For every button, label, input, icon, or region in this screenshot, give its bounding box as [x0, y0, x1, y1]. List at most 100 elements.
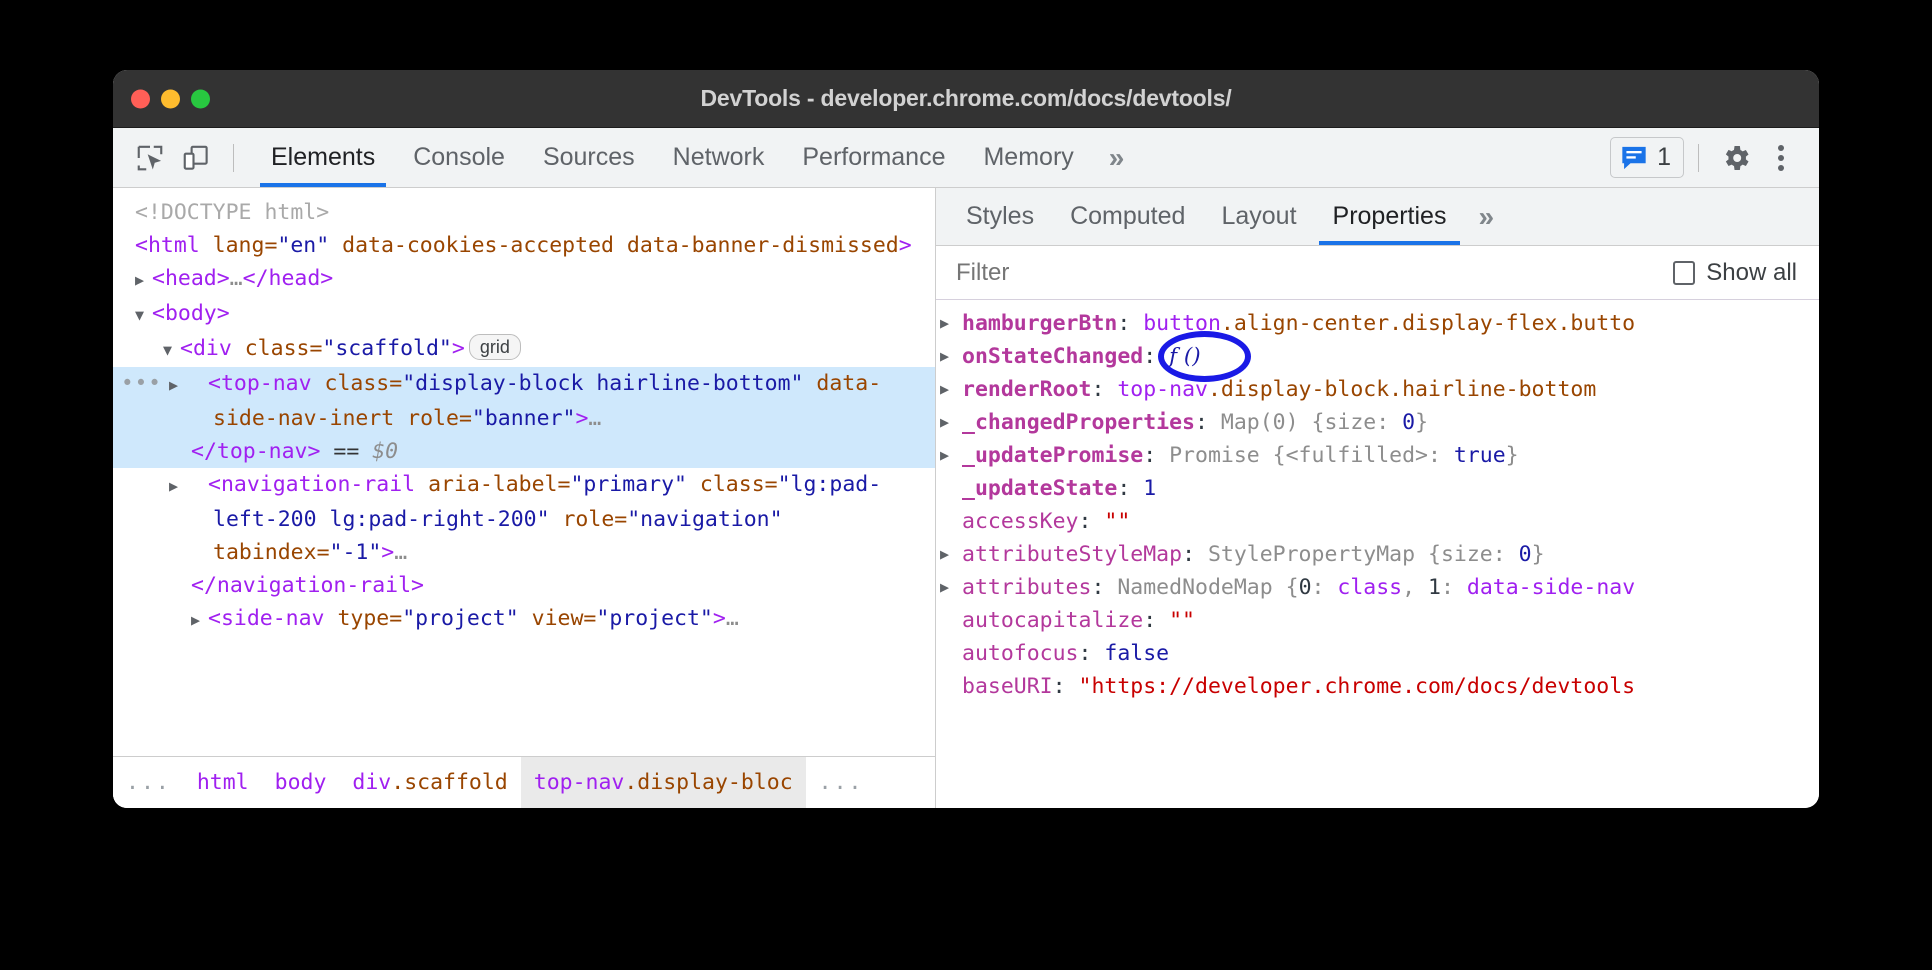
screenshot-stage: DevTools - developer.chrome.com/docs/dev… [0, 0, 1932, 970]
dom-token-tag: <div [180, 336, 245, 361]
property-row-changedProperties[interactable]: _changedProperties: Map(0) {size: 0} [936, 406, 1819, 439]
maximize-window-button[interactable] [191, 89, 210, 108]
dom-token-attr: aria-label [428, 472, 557, 497]
panel-tab-strip: Elements Console Sources Network Perform… [252, 128, 1140, 187]
inspect-element-icon[interactable] [127, 135, 173, 181]
dom-token-attr: data-cookies-accepted data-banner-dismis… [329, 233, 899, 258]
kebab-menu-icon[interactable] [1759, 136, 1803, 180]
property-value-number: 0 [1519, 542, 1532, 567]
dom-token-eq: = [309, 336, 322, 361]
property-row-updatePromise[interactable]: _updatePromise: Promise {<fulfilled>: tr… [936, 439, 1819, 472]
property-value-string: "" [1104, 509, 1130, 534]
dom-node-text: <!DOCTYPE html> [135, 200, 329, 225]
dom-token-eq: = [389, 606, 402, 631]
breadcrumb-overflow-left[interactable]: ... [113, 757, 184, 808]
dom-token-eq: = [317, 540, 330, 565]
dom-node-div-scaffold[interactable]: <div class="scaffold">grid [113, 332, 935, 367]
dom-token-tag: <html [135, 233, 213, 258]
dom-token-tag: <head> [152, 266, 230, 291]
properties-list[interactable]: hamburgerBtn: button.align-center.displa… [936, 300, 1819, 808]
device-toolbar-icon[interactable] [173, 135, 219, 181]
styles-sidebar: Styles Computed Layout Properties » Show… [936, 188, 1819, 808]
dom-node-head[interactable]: <head>…</head> [113, 262, 935, 297]
tab-styles[interactable]: Styles [948, 188, 1052, 245]
issues-counter-button[interactable]: 1 [1610, 137, 1684, 178]
tab-styles-label: Styles [966, 202, 1034, 231]
breadcrumb-item-html[interactable]: html [184, 757, 262, 808]
breadcrumb-class: .scaffold [391, 770, 508, 795]
dom-node-top-nav[interactable]: ••• <top-nav class="display-block hairli… [113, 367, 935, 468]
expand-triangle-icon[interactable] [191, 470, 208, 503]
dom-node-navigation-rail[interactable]: <navigation-rail aria-label="primary" cl… [113, 468, 935, 602]
tab-performance[interactable]: Performance [783, 128, 964, 187]
expand-triangle-icon[interactable] [940, 439, 962, 472]
show-all-checkbox[interactable] [1673, 261, 1695, 285]
tab-memory[interactable]: Memory [964, 128, 1092, 187]
tab-network[interactable]: Network [654, 128, 784, 187]
expand-triangle-icon[interactable] [940, 406, 962, 439]
property-row-accessKey[interactable]: accessKey: "" [936, 505, 1819, 538]
expand-triangle-icon[interactable] [191, 369, 208, 402]
dom-node-doctype[interactable]: <!DOCTYPE html> [113, 196, 935, 229]
more-tabs-chevron-icon[interactable]: » [1093, 128, 1141, 187]
property-row-renderRoot[interactable]: renderRoot: top-nav.display-block.hairli… [936, 373, 1819, 406]
dom-token-attr: tabindex [213, 540, 317, 565]
expand-triangle-icon[interactable] [940, 538, 962, 571]
filter-input[interactable] [956, 259, 1673, 287]
tab-network-label: Network [673, 143, 765, 172]
breadcrumb-item-body[interactable]: body [262, 757, 340, 808]
expand-triangle-icon[interactable] [940, 340, 962, 373]
dom-node-body[interactable]: <body> [113, 297, 935, 332]
property-row-onStateChanged[interactable]: onStateChanged: ƒ () [936, 340, 1819, 373]
expand-triangle-icon[interactable] [940, 373, 962, 406]
issues-count-label: 1 [1657, 143, 1671, 172]
breadcrumb-item-top-nav[interactable]: top-nav.display-bloc [521, 757, 806, 808]
minimize-window-button[interactable] [161, 89, 180, 108]
dom-token-attr: class [245, 336, 310, 361]
breadcrumb-item-div-scaffold[interactable]: div.scaffold [339, 757, 520, 808]
dom-tree[interactable]: <!DOCTYPE html> <html lang="en" data-coo… [113, 188, 935, 756]
property-row-updateState[interactable]: _updateState: 1 [936, 472, 1819, 505]
property-name: baseURI [962, 674, 1053, 699]
close-window-button[interactable] [131, 89, 150, 108]
gear-icon[interactable] [1713, 135, 1759, 181]
dom-token-tag: > [381, 540, 394, 565]
property-row-baseURI[interactable]: baseURI: "https://developer.chrome.com/d… [936, 670, 1819, 703]
property-row-attributes[interactable]: attributes: NamedNodeMap {0: class, 1: d… [936, 571, 1819, 604]
window-title: DevTools - developer.chrome.com/docs/dev… [700, 85, 1231, 112]
toolbar-right-divider [1698, 144, 1699, 172]
tab-sources[interactable]: Sources [524, 128, 654, 187]
expand-triangle-icon[interactable] [191, 604, 208, 637]
property-name: hamburgerBtn [962, 311, 1117, 336]
expand-triangle-icon[interactable] [940, 571, 962, 604]
tab-memory-label: Memory [983, 143, 1073, 172]
expand-triangle-icon[interactable] [135, 264, 152, 297]
dom-token-attr: type [337, 606, 389, 631]
show-all-toggle[interactable]: Show all [1673, 259, 1797, 287]
node-badge-ellipsis-icon[interactable]: ••• [121, 367, 162, 400]
tab-layout[interactable]: Layout [1203, 188, 1314, 245]
collapse-triangle-icon[interactable] [163, 334, 180, 367]
property-row-attributeStyleMap[interactable]: attributeStyleMap: StylePropertyMap {siz… [936, 538, 1819, 571]
sidebar-more-tabs-chevron-icon[interactable]: » [1464, 188, 1508, 245]
property-name: _updateState [962, 476, 1117, 501]
dom-node-side-nav[interactable]: <side-nav type="project" view="project">… [113, 602, 935, 637]
breadcrumb-overflow-right[interactable]: ... [806, 757, 877, 808]
property-value-object: } [1415, 410, 1428, 435]
property-value-node: top-nav [1117, 377, 1208, 402]
property-row-autocapitalize[interactable]: autocapitalize: "" [936, 604, 1819, 637]
tab-console[interactable]: Console [394, 128, 524, 187]
tab-properties[interactable]: Properties [1315, 188, 1465, 245]
tab-computed[interactable]: Computed [1052, 188, 1203, 245]
dom-token-value: "-1" [330, 540, 382, 565]
tab-elements[interactable]: Elements [252, 128, 394, 187]
dom-node-html[interactable]: <html lang="en" data-cookies-accepted da… [113, 229, 935, 262]
grid-badge[interactable]: grid [469, 334, 521, 360]
devtools-main-toolbar: Elements Console Sources Network Perform… [113, 128, 1819, 188]
property-row-hamburgerBtn[interactable]: hamburgerBtn: button.align-center.displa… [936, 307, 1819, 340]
sidebar-more-tabs-label: » [1478, 201, 1494, 233]
dom-token-attr: view [519, 606, 584, 631]
expand-triangle-icon[interactable] [940, 307, 962, 340]
collapse-triangle-icon[interactable] [135, 299, 152, 332]
property-row-autofocus[interactable]: autofocus: false [936, 637, 1819, 670]
